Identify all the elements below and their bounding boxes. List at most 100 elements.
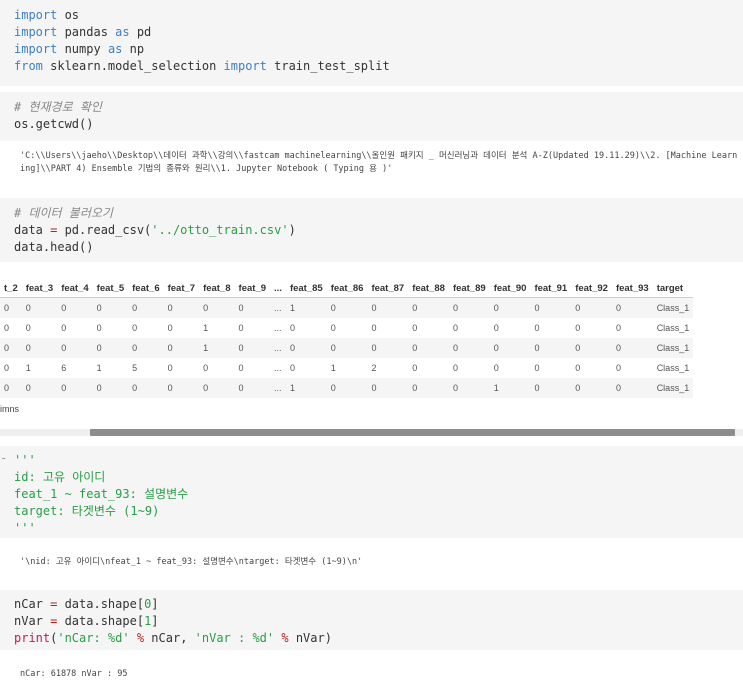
table-cell: 0 [571,378,612,398]
table-cell: 0 [234,378,271,398]
table-cell: 0 [452,363,458,373]
column-header: feat_8 [199,279,235,298]
table-cell: 0 [534,323,540,333]
table-cell: 0 [408,378,449,398]
code-line: import pandas as pd [14,25,152,39]
cell-prompt-fragment: - [0,451,8,465]
table-cell: 5 [132,363,138,373]
table-cell: 0 [530,338,572,358]
table-cell: 0 [289,323,295,333]
table-cell: 0 [611,378,653,398]
code-line: nVar = data.shape[1] [14,614,159,628]
table-cell: Class_1 [656,363,690,373]
table-cell: Class_1 [652,378,694,398]
table-cell: 0 [0,297,22,318]
table-cell: 0 [571,297,612,318]
table-row: 0 0 0 0 0 0 1 0... 0 0 0 0 0 0 0 0 0 Class_1 [0,318,693,338]
table-cell: 0 [371,323,377,333]
table-cell: 0 [0,338,22,358]
column-header: feat_91 [530,279,572,298]
code-line: import numpy as np [14,42,145,56]
table-cell: 0 [493,363,499,373]
table-cell: Class_1 [656,323,690,333]
table-cell: 1 [199,338,235,358]
table-cell: 1 [489,378,531,398]
code-line: data.head() [14,240,94,254]
table-cell: 1 [330,363,336,373]
table-cell: 0 [199,297,235,318]
code-cell-docstring[interactable]: ''' id: 고유 아이디 feat_1 ~ feat_93: 설명변수 ta… [0,446,743,538]
column-header: feat_89 [448,279,490,298]
table-cell: 0 [367,378,409,398]
column-header: feat_6 [128,279,164,298]
code-cell-imports[interactable]: import os import pandas as pd import num… [0,0,743,86]
table-cell: 0 [611,338,653,358]
table-cell: 0 [412,323,418,333]
table-cell: 0 [4,363,10,373]
column-header: feat_9 [234,279,271,298]
code-line: print('nCar: %d' % nCar, 'nVar : %d' % n… [14,631,332,645]
table-cell: 1 [96,363,102,373]
code-line: data = pd.read_csv('../otto_train.csv') [14,223,296,237]
output-docstring: '\nid: 고유 아이디\nfeat_1 ~ feat_93: 설명변수\nt… [20,557,363,567]
table-cell: ... [274,323,282,333]
table-cell: 0 [132,323,138,333]
table-cell: 0 [408,338,449,358]
table-cell: 0 [4,323,10,333]
code-cell-getcwd[interactable]: # 현재경로 확인 os.getcwd() [0,92,743,141]
table-cell: 0 [367,338,409,358]
column-header: feat_90 [489,279,531,298]
table-cell: 6 [61,363,67,373]
table-cell: Class_1 [652,297,694,318]
code-cell-read-csv[interactable]: # 데이터 불러오기 data = pd.read_csv('../otto_t… [0,198,743,262]
table-cell: 0 [92,297,129,318]
table-cell: ... [270,297,286,318]
code-line: nCar = data.shape[0] [14,597,159,611]
dataframe-table: t_2 feat_3 feat_4 feat_5 feat_6 feat_7 f… [0,279,694,398]
column-header: feat_7 [163,279,200,298]
table-cell: 0 [167,363,173,373]
table-cell: 0 [289,363,295,373]
table-cell: 0 [21,378,58,398]
code-comment: # 데이터 불러오기 [14,206,113,220]
table-row: 0 1 6 1 5 0 0 0... 0 1 2 0 0 0 0 0 0 Class_1 [0,358,693,378]
table-header-row: t_2 feat_3 feat_4 feat_5 feat_6 feat_7 f… [0,279,694,298]
table-cell: 0 [330,323,336,333]
table-row: 0 0 0 0 0 0 1 0... 0 0 0 0 0 0 0 0 0 Class_1 [0,338,694,358]
table-cell: Class_1 [652,338,694,358]
table-cell: 0 [530,378,572,398]
table-cell: 0 [234,297,271,318]
table-cell: 0 [96,323,102,333]
table-cell: 0 [128,297,164,318]
table-cell: 0 [238,323,244,333]
table-cell: ... [274,363,282,373]
dataframe-shape-note: imns [0,404,20,414]
table-cell: 0 [234,338,271,358]
table-cell: 0 [57,338,93,358]
horizontal-scrollbar[interactable] [0,429,743,436]
column-header: feat_85 [285,279,327,298]
code-comment: # 현재경로 확인 [14,100,102,114]
code-cell-shape[interactable]: nCar = data.shape[0] nVar = data.shape[1… [0,590,743,650]
table-cell: 0 [25,323,31,333]
table-cell: 0 [128,338,164,358]
table-cell: 0 [575,363,581,373]
table-cell: 0 [163,338,200,358]
table-cell: 0 [448,378,490,398]
table-cell: 0 [199,378,235,398]
table-cell: 0 [163,297,200,318]
table-cell: 0 [21,338,58,358]
table-cell: 0 [530,297,572,318]
scrollbar-thumb[interactable] [90,429,735,436]
column-header: feat_92 [571,279,612,298]
table-row: 0 0 0 0 0 0 0 0... 1 0 0 0 0 1 0 0 0 Class_1 [0,378,694,398]
table-cell: 0 [489,297,531,318]
table-cell: 0 [61,323,67,333]
table-cell: 0 [203,363,209,373]
column-header: feat_4 [57,279,93,298]
table-cell: 0 [493,323,499,333]
table-cell: 1 [25,363,31,373]
code-line: target: 타겟변수 (1~9) [14,504,160,518]
table-row: 0 0 0 0 0 0 0 0... 1 0 0 0 0 0 0 0 0 Class_1 [0,297,694,318]
column-header: ... [270,279,286,298]
